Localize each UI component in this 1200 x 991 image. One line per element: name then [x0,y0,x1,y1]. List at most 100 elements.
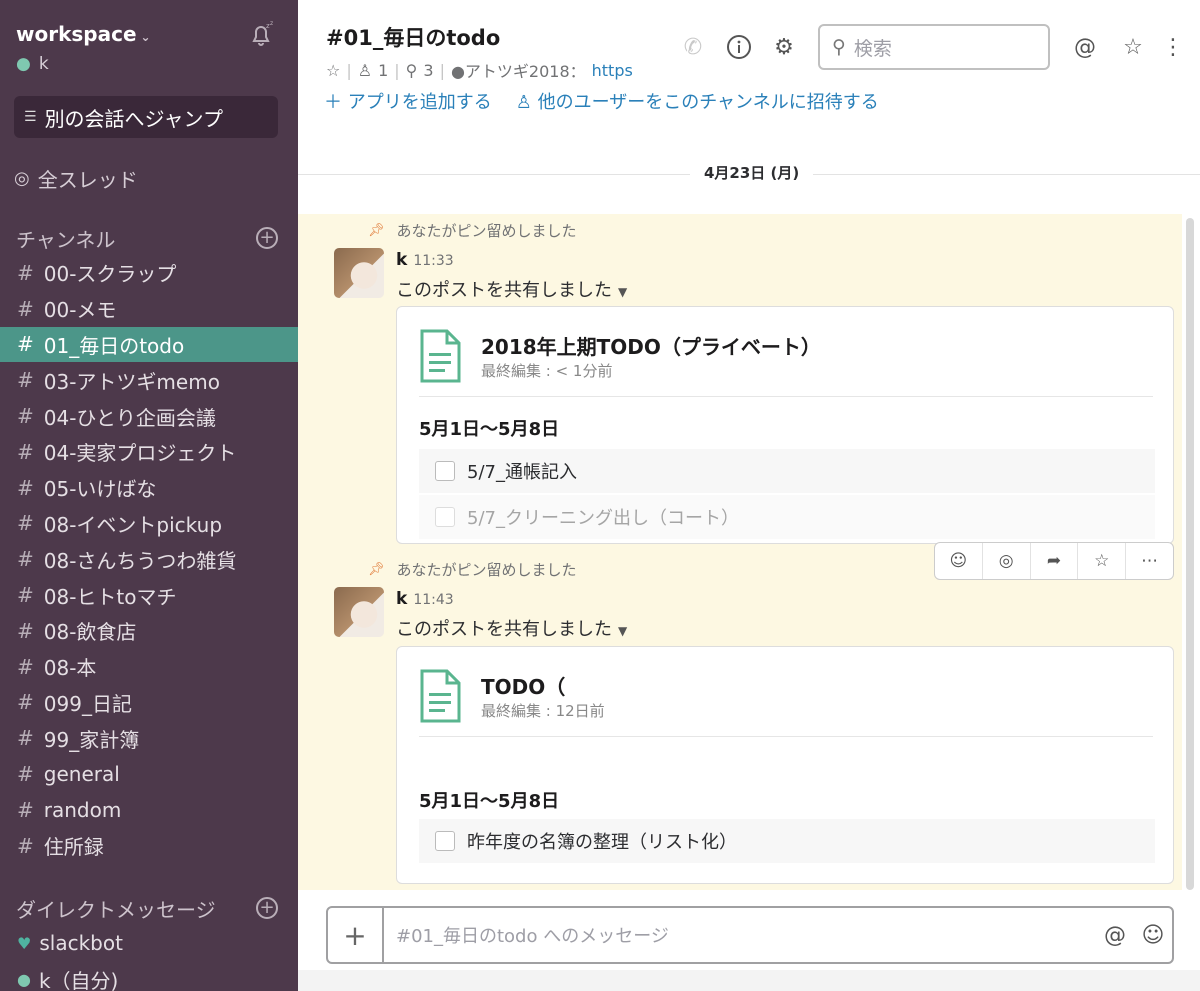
add-app-link[interactable]: ＋ アプリを追加する [324,88,492,114]
caret-down-icon[interactable]: ▼ [618,624,627,638]
sidebar-channel-item[interactable]: #08-さんちうつわ雑貨 [0,541,298,577]
channel-name: 08-ヒトtoマチ [43,584,177,609]
channel-title[interactable]: #01_毎日のtodo [326,22,500,52]
message-text: このポストを共有しました ▼ [396,280,628,301]
hash-icon: # [17,797,34,822]
checkbox[interactable] [435,507,455,527]
hash-icon: # [17,260,34,285]
sidebar-channel-item[interactable]: #08-イベントpickup [0,506,298,542]
post-section-heading: 5月1日〜5月8日 [419,791,560,812]
star-icon[interactable]: ☆ [326,61,340,80]
checkbox[interactable] [435,461,455,481]
gear-icon[interactable]: ⚙ [769,32,799,62]
todo-item[interactable]: 昨年度の名簿の整理（リスト化） [419,819,1155,863]
sidebar-channel-item[interactable]: #08-ヒトtoマチ [0,577,298,613]
share-icon[interactable]: ➦ [1031,543,1079,579]
members-count[interactable]: 1 [378,61,388,80]
sidebar-channel-item[interactable]: # 住所録 [0,828,298,864]
divider [419,396,1153,397]
threads-label: 全スレッド [37,168,138,192]
hash-icon: # [17,618,34,643]
workspace-menu[interactable]: workspace ⌄ [16,22,151,46]
post-card[interactable]: TODO（ 最終編集 : 12日前 5月1日〜5月8日 昨年度の名簿の整理（リス… [396,646,1174,884]
post-title[interactable]: TODO（ [481,671,565,700]
attach-plus-icon[interactable]: + [328,908,384,962]
emoji-icon[interactable]: ☺ [1134,923,1172,948]
all-threads-link[interactable]: ◎ 全スレッド [14,164,138,193]
post-title[interactable]: 2018年上期TODO（プライベート） [481,331,821,360]
sidebar-dm-item[interactable]: ♥ slackbot [0,925,298,961]
jump-label: 別の会話へジャンプ [44,106,223,131]
sidebar-channel-item[interactable]: # general [0,756,298,792]
channel-name: 99_家計簿 [43,727,140,752]
sidebar-channel-item[interactable]: #04-ひとり企画会議 [0,398,298,434]
todo-item[interactable]: 5/7_通帳記入 [419,449,1155,493]
pin-icon[interactable]: ⚲ [406,61,418,80]
bell-snooze-icon[interactable]: zz [246,20,276,50]
invite-users-link[interactable]: ♙ 他のユーザーをこのチャンネルに招待する [516,88,879,114]
channel-topic: ●アトツギ2018： [450,62,586,81]
more-actions-icon[interactable]: ⋯ [1126,543,1173,579]
sidebar-channel-item[interactable]: #04-実家プロジェクト [0,434,298,470]
reply-thread-icon[interactable]: ◎ [983,543,1031,579]
channels-header[interactable]: チャンネル [16,224,115,253]
sidebar-channel-item[interactable]: #00-スクラップ [0,255,298,291]
pin-icon: 📌︎ [368,562,385,577]
dm-header[interactable]: ダイレクトメッセージ [16,894,216,923]
channel-name: 04-実家プロジェクト [43,441,237,466]
sidebar-dm-item[interactable]: ● k（自分) [0,961,298,991]
search-icon: ⚲ [832,36,846,58]
sidebar-channel-item[interactable]: #08-本 [0,649,298,685]
message-author[interactable]: k [396,250,407,270]
sidebar-channel-item[interactable]: #05-いけばな [0,470,298,506]
add-channel-icon[interactable]: + [256,227,278,249]
channel-name: 099_日記 [43,691,132,716]
sidebar-channel-item[interactable]: # random [0,792,298,828]
sidebar-channel-item[interactable]: #00-メモ [0,291,298,327]
hash-icon: # [17,547,34,572]
todo-item[interactable]: 5/7_クリーニング出し（コート） [419,495,1155,539]
divider [419,736,1153,737]
pins-count[interactable]: 3 [423,61,433,80]
scrollbar[interactable] [1186,218,1194,890]
hash-icon: # [17,762,34,787]
heart-icon: ♥ [17,933,32,953]
footer-strip [298,970,1200,991]
avatar[interactable] [334,587,384,637]
members-icon[interactable]: ♙ [358,61,372,80]
checkbox[interactable] [435,831,455,851]
jump-search-icon: ☰ [24,109,37,125]
starred-icon[interactable]: ☆ [1118,32,1148,62]
more-vertical-icon[interactable]: ⋮ [1158,32,1188,62]
sidebar-channel-item[interactable]: #99_家計簿 [0,720,298,756]
sidebar-channel-item[interactable]: #03-アトツギmemo [0,362,298,398]
caret-down-icon[interactable]: ▼ [618,285,627,299]
channel-name: random [43,797,122,822]
topic-link[interactable]: https [592,61,633,80]
post-card[interactable]: 2018年上期TODO（プライベート） 最終編集 : < 1分前 5月1日〜5月… [396,306,1174,544]
threads-icon: ◎ [14,168,30,189]
info-icon[interactable] [724,32,754,62]
message-author[interactable]: k [396,589,407,609]
search-input[interactable]: ⚲ 検索 [818,24,1050,70]
channel-list: #00-スクラップ #00-メモ #01_毎日のtodo #03-アトツギmemo #0… [0,255,298,864]
add-dm-icon[interactable]: + [256,897,278,919]
jump-to-button[interactable]: ☰ 別の会話へジャンプ [14,96,278,138]
sidebar-channel-item[interactable]: #08-飲食店 [0,613,298,649]
channel-name: 04-ひとり企画会議 [43,405,216,430]
add-reaction-icon[interactable]: ☺ [935,543,983,579]
channel-name: 03-アトツギmemo [43,369,220,394]
avatar[interactable] [334,248,384,298]
phone-icon[interactable]: ✆ [678,32,708,62]
mentions-icon[interactable]: @ [1070,32,1100,62]
mention-icon[interactable]: @ [1096,923,1134,948]
message-time[interactable]: 11:43 [413,592,453,608]
sidebar-channel-item[interactable]: #099_日記 [0,685,298,721]
hash-icon: # [17,439,34,464]
sidebar-channel-item[interactable]: #01_毎日のtodo [0,326,298,363]
hash-icon: # [17,654,34,679]
message-time[interactable]: 11:33 [413,253,453,269]
star-icon[interactable]: ☆ [1078,543,1127,579]
message-composer[interactable]: + #01_毎日のtodo へのメッセージ @ ☺ [326,906,1174,964]
message-header: k 11:33 [396,250,454,270]
